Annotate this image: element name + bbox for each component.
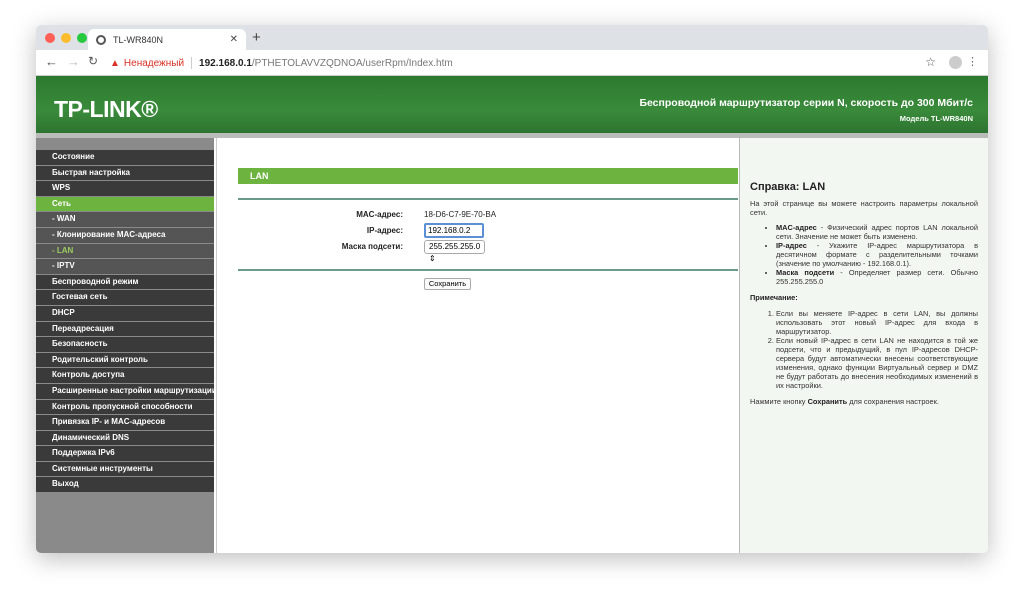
sidebar-item[interactable]: Быстрая настройка [36,165,214,182]
mac-value: 18-D6-C7-9E-70-BA [424,210,497,219]
forward-icon[interactable]: → [67,54,80,69]
section-title: LAN [238,168,738,184]
main-panel: LAN MAC-адрес: 18-D6-C7-9E-70-BA IP-адре… [216,138,738,553]
sidebar-item[interactable]: Расширенные настройки маршрутизации [36,383,214,400]
sidebar-item[interactable]: WPS [36,181,214,197]
footer-text: для сохранения настроек. [847,397,939,406]
footer-text: Нажмите кнопку [750,397,808,406]
tab-title: TL-WR840N [113,34,164,45]
sidebar-item[interactable]: Поддержка IPv6 [36,446,214,462]
profile-avatar[interactable] [949,56,962,69]
url-field[interactable]: ▲ Ненадежный 192.168.0.1 /PTHETOLAVVZQDN… [110,54,940,72]
ip-address-input[interactable]: 192.168.0.2 [424,223,484,238]
help-panel: Справка: LAN На этой странице вы можете … [739,138,988,553]
url-host: 192.168.0.1 [199,57,252,69]
sidebar-item[interactable]: - WAN [36,212,214,228]
maximize-window-button[interactable] [77,33,87,43]
security-status[interactable]: Ненадежный [124,58,184,69]
help-bullet: MAC-адрес - Физический адрес портов LAN … [776,223,978,241]
new-tab-button[interactable]: + [252,29,261,46]
sidebar-item[interactable]: - Клонирование MAC-адреса [36,227,214,244]
mask-label: Маска подсети: [341,242,403,251]
mac-row: MAC-адрес: 18-D6-C7-9E-70-BA [238,208,738,222]
router-header: TP-LINK® Беспроводной маршрутизатор сери… [36,76,988,133]
sidebar-item[interactable]: Состояние [36,150,214,166]
bookmark-star-icon[interactable]: ☆ [925,55,936,69]
minimize-window-button[interactable] [61,33,71,43]
browser-menu-icon[interactable]: ⋮ [967,55,978,68]
back-icon[interactable]: ← [45,54,58,69]
header-title: Беспроводной маршрутизатор серии N, скор… [639,97,973,109]
note-item: Если вы меняете IP-адрес в сети LAN, вы … [776,309,978,336]
select-arrows-icon: ⇕ [429,254,436,263]
divider [191,57,193,69]
term: MAC-адрес [776,223,817,232]
divider [238,198,738,200]
divider [238,269,738,271]
term: IP-адрес [776,241,807,250]
mac-label: MAC-адрес: [356,210,403,219]
help-notes: Если вы меняете IP-адрес в сети LAN, вы … [776,309,978,390]
sidebar-item[interactable]: - IPTV [36,259,214,275]
sidebar-menu: Состояние Быстрая настройка WPS Сеть - WAN - … [36,138,214,553]
help-intro: На этой странице вы можете настроить пар… [750,199,978,217]
sidebar-item[interactable]: Выход [36,477,214,494]
save-button[interactable]: Сохранить [424,278,471,290]
help-title: Справка: LAN [750,181,826,193]
sidebar-item[interactable]: Контроль доступа [36,368,214,384]
help-bullet: Маска подсети - Определяет размер сети. … [776,268,978,286]
term: Маска подсети [776,268,835,277]
header-model: Модель TL-WR840N [899,114,973,123]
ip-row: IP-адрес: 192.168.0.2 [238,223,738,238]
tp-link-logo: TP-LINK® [54,96,158,122]
sidebar-item[interactable]: Сеть [36,196,214,213]
note-item: Если новый IP-адрес в сети LAN не находи… [776,336,978,390]
sidebar-item[interactable]: Контроль пропускной способности [36,399,214,416]
sidebar-item[interactable]: DHCP [36,305,214,322]
warning-icon: ▲ [110,57,120,69]
help-bullets: MAC-адрес - Физический адрес портов LAN … [776,223,978,286]
sidebar-item[interactable]: Безопасность [36,337,214,353]
browser-window: TL-WR840N ✕ + ← → ↻ ▲ Ненадежный 192.168… [36,25,988,553]
tab-bar: TL-WR840N ✕ + [36,25,988,50]
desc: - Укажите IP-адрес маршрутизатора в деся… [776,241,978,268]
browser-tab[interactable]: TL-WR840N ✕ [88,29,246,50]
subnet-mask-value: 255.255.255.0 [429,242,481,251]
reload-icon[interactable]: ↻ [88,54,98,68]
sidebar-item[interactable]: Динамический DNS [36,430,214,447]
sidebar-item[interactable]: Беспроводной режим [36,274,214,291]
note-title: Примечание: [750,293,798,302]
help-footer: Нажмите кнопку Сохранить для сохранения … [750,397,978,406]
sidebar-item[interactable]: Родительский контроль [36,352,214,369]
sidebar-item[interactable]: Переадресация [36,321,214,338]
close-tab-icon[interactable]: ✕ [230,34,238,45]
mask-row: Маска подсети: 255.255.255.0 ⇕ [238,240,738,263]
ip-label: IP-адрес: [366,226,403,235]
url-path: /PTHETOLAVVZQDNOA/userRpm/Index.htm [251,57,453,69]
subnet-mask-select[interactable]: 255.255.255.0 ⇕ [424,240,485,263]
sidebar-item[interactable]: - LAN [36,243,214,260]
address-bar-row: ← → ↻ ▲ Ненадежный 192.168.0.1 /PTHETOLA… [36,50,988,76]
globe-icon [96,34,106,45]
close-window-button[interactable] [45,33,55,43]
sidebar-item[interactable]: Гостевая сеть [36,290,214,306]
sidebar-item[interactable]: Системные инструменты [36,461,214,478]
footer-bold: Сохранить [807,397,848,406]
sidebar-item[interactable]: Привязка IP- и MAC-адресов [36,415,214,431]
help-bullet: IP-адрес - Укажите IP-адрес маршрутизато… [776,241,978,268]
